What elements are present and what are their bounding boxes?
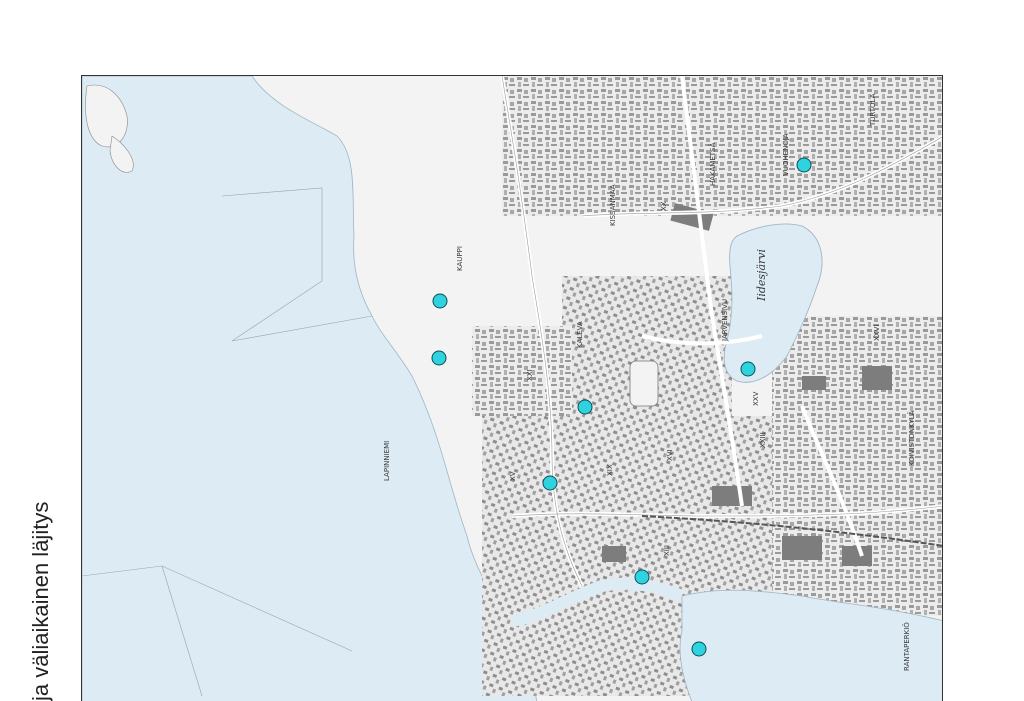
label-xx: XX (660, 201, 668, 211)
label-iidesjarvi: Iidesjärvi (755, 249, 768, 302)
label-rantaperkio: RANTAPERKIÖ (902, 622, 911, 671)
urban-kaleva (472, 326, 572, 416)
label-vuohenoja: VUOHENOJA (782, 133, 790, 176)
label-xvi: XVI (666, 449, 674, 461)
sports-field (629, 360, 659, 407)
label-xxi: XXI (526, 369, 534, 381)
label-turtola: TURTOLA (869, 93, 877, 127)
label-xxv: XXV (752, 391, 760, 406)
urban-east (772, 316, 942, 616)
map-title-text: ja väliaikainen läjitys (28, 501, 53, 701)
site-marker[interactable] (577, 399, 593, 415)
label-lapinniemi: LAPINNIEMI (383, 441, 391, 481)
site-marker[interactable] (796, 157, 812, 173)
site-marker[interactable] (431, 350, 447, 366)
label-xiii: XIII (663, 545, 671, 556)
label-xv: XV (509, 471, 517, 481)
label-xxiii: XXIII (759, 432, 767, 448)
label-jarvensivu: JÄRVENSIVU (720, 299, 729, 342)
site-marker[interactable] (432, 293, 448, 309)
label-kauppi: KAUPPI (456, 246, 464, 271)
site-marker[interactable] (542, 475, 558, 491)
map-canvas[interactable]: KAUPPI KISSANMAA KALEVA HAKAMETSÄ VUOHEN… (82, 76, 943, 701)
map-frame[interactable]: KAUPPI KISSANMAA KALEVA HAKAMETSÄ VUOHEN… (81, 75, 943, 701)
site-marker[interactable] (634, 569, 650, 585)
map-title: ja väliaikainen läjitys (28, 500, 68, 701)
site-marker[interactable] (740, 361, 756, 377)
label-xix: XIX (606, 464, 614, 476)
site-marker[interactable] (691, 641, 707, 657)
label-xxvi: XXVI (873, 325, 881, 341)
label-kissanmaa: KISSANMAA (609, 184, 617, 226)
label-koivistonkyla: KOIVISTONKYLÄ (907, 410, 916, 466)
label-kaleva: KALEVA (576, 321, 584, 348)
label-hakametsa: HAKAMETSÄ (708, 142, 717, 186)
